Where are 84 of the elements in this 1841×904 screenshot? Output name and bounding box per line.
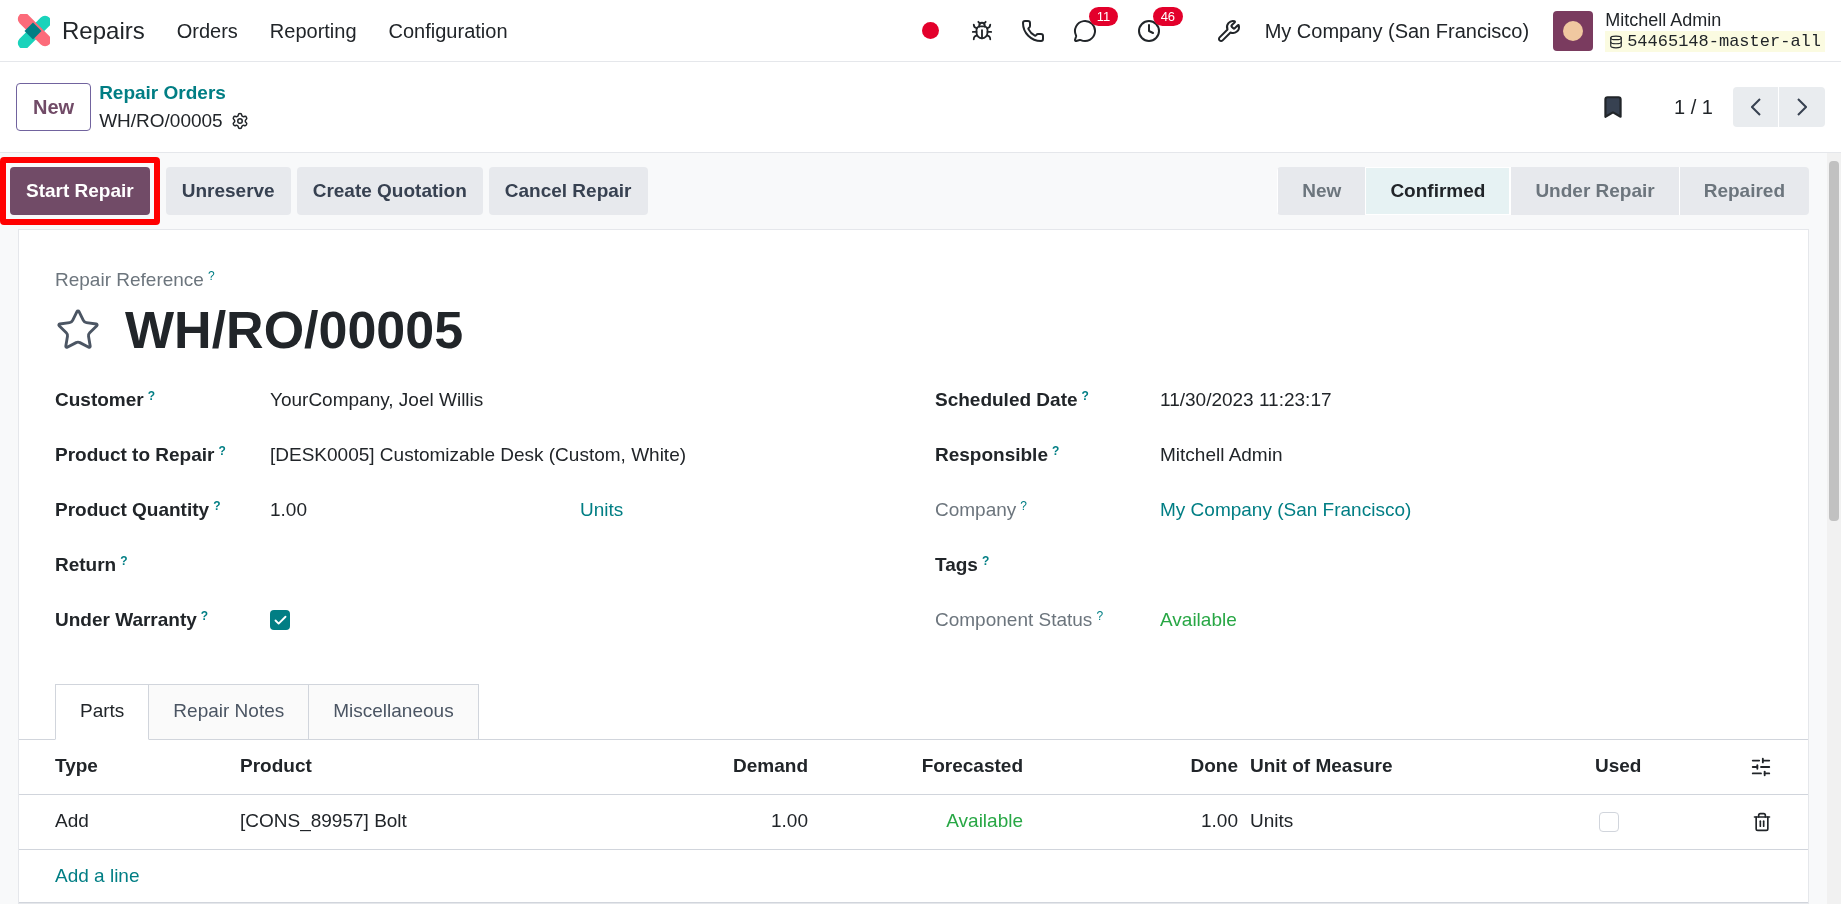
chevron-right-icon bbox=[1797, 98, 1807, 116]
help-mark[interactable]: ? bbox=[1052, 443, 1060, 458]
field-label: Scheduled Date bbox=[935, 388, 1078, 410]
field-label: Tags bbox=[935, 553, 978, 575]
delete-icon[interactable] bbox=[1752, 811, 1772, 832]
table-cell-text: Units bbox=[1250, 809, 1295, 834]
column-header[interactable]: Unit of Measure bbox=[1250, 752, 1595, 781]
action-button[interactable]: Unreserve bbox=[165, 167, 291, 215]
column-header[interactable]: Product bbox=[240, 752, 530, 781]
field-label: Company bbox=[935, 498, 1017, 520]
field-value: YourCompany, Joel Willis bbox=[270, 388, 484, 410]
column-header[interactable]: Done bbox=[1035, 752, 1250, 781]
scrollbar[interactable] bbox=[1827, 153, 1841, 904]
tools-icon[interactable] bbox=[1216, 18, 1241, 43]
settings-icon[interactable] bbox=[230, 112, 249, 131]
field-value: 11/30/2023 11:23:17 bbox=[1160, 388, 1332, 410]
unit-link[interactable]: Units bbox=[580, 495, 624, 525]
help-mark[interactable]: ? bbox=[1081, 388, 1089, 403]
app-name[interactable]: Repairs bbox=[62, 12, 145, 49]
field-label: Component Status bbox=[935, 608, 1093, 630]
checkbox[interactable] bbox=[270, 610, 290, 630]
breadcrumb-link[interactable]: Repair Orders bbox=[99, 78, 249, 107]
table-cell-text: 1.00 bbox=[770, 809, 809, 834]
tab[interactable]: Parts bbox=[55, 683, 150, 740]
table-cell-text: 1.00 bbox=[1200, 809, 1239, 834]
clock-icon[interactable] bbox=[1136, 18, 1161, 43]
avatar[interactable] bbox=[1553, 10, 1594, 51]
action-button[interactable]: Cancel Repair bbox=[488, 167, 648, 215]
app-logo-icon bbox=[16, 13, 50, 48]
menu-item[interactable]: Configuration bbox=[388, 15, 508, 46]
user-name[interactable]: Mitchell Admin bbox=[1605, 8, 1825, 32]
message-count: 11 bbox=[1088, 6, 1119, 26]
column-header[interactable]: Used bbox=[1595, 752, 1715, 781]
chat-icon[interactable] bbox=[1072, 18, 1097, 43]
help-mark[interactable]: ? bbox=[207, 269, 215, 283]
help-mark[interactable]: ? bbox=[981, 553, 990, 568]
table-cell-text: Available bbox=[945, 809, 1024, 834]
action-button[interactable]: Create Quotation bbox=[296, 167, 483, 215]
tab[interactable]: Miscellaneous bbox=[309, 683, 479, 740]
field-value: [DESK0005] Customizable Desk (Custom, White) bbox=[270, 443, 687, 465]
table-cell-text: [CONS_89957] Bolt bbox=[240, 809, 408, 834]
menu-item[interactable]: Orders bbox=[176, 15, 238, 46]
field-value: 1.00 bbox=[270, 497, 308, 522]
phone-icon[interactable] bbox=[1020, 18, 1045, 43]
database-icon bbox=[1609, 34, 1624, 49]
record-title: WH/RO/00005 bbox=[125, 299, 464, 361]
field-label: Under Warranty bbox=[55, 608, 197, 630]
add-line-link[interactable]: Add a line bbox=[55, 861, 140, 891]
chevron-left-icon bbox=[1750, 98, 1761, 116]
field-value: Available bbox=[1160, 608, 1237, 630]
field-value: Mitchell Admin bbox=[1160, 443, 1283, 465]
status-step[interactable]: Repaired bbox=[1678, 167, 1809, 215]
record-name: WH/RO/00005 bbox=[99, 109, 223, 133]
field-label: Customer bbox=[55, 388, 144, 410]
reference-label: Repair Reference bbox=[55, 269, 204, 290]
help-mark[interactable]: ? bbox=[120, 553, 128, 568]
help-mark[interactable]: ? bbox=[1020, 498, 1027, 513]
field-label: Product to Repair bbox=[55, 443, 215, 465]
help-mark[interactable]: ? bbox=[200, 608, 209, 623]
field-link[interactable]: My Company (San Francisco) bbox=[1160, 498, 1412, 520]
company-switcher[interactable]: My Company (San Francisco) bbox=[1264, 15, 1530, 46]
help-mark[interactable]: ? bbox=[218, 443, 226, 458]
table-cell-text: Add bbox=[55, 809, 90, 834]
field-label: Responsible bbox=[935, 443, 1048, 465]
action-button[interactable]: Start Repair bbox=[10, 167, 150, 215]
menu-item[interactable]: Reporting bbox=[269, 15, 357, 46]
tab[interactable]: Repair Notes bbox=[149, 683, 310, 740]
column-header[interactable]: Demand bbox=[530, 752, 820, 781]
bug-icon[interactable] bbox=[970, 19, 993, 42]
help-mark[interactable]: ? bbox=[1096, 608, 1104, 623]
new-button[interactable]: New bbox=[16, 83, 92, 131]
column-header[interactable]: Type bbox=[55, 752, 240, 781]
column-settings-icon[interactable] bbox=[1750, 755, 1772, 778]
field-label: Return bbox=[55, 553, 117, 575]
status-step[interactable]: Under Repair bbox=[1510, 167, 1679, 215]
help-mark[interactable]: ? bbox=[147, 388, 156, 403]
help-mark[interactable]: ? bbox=[213, 498, 221, 513]
database-name: 54465148-master-all bbox=[1605, 31, 1825, 53]
checkbox[interactable] bbox=[1599, 811, 1619, 832]
column-header[interactable]: Forecasted bbox=[820, 752, 1035, 781]
activity-count: 46 bbox=[1152, 6, 1184, 26]
pager-value[interactable]: 1 / 1 bbox=[1674, 92, 1713, 122]
status-step[interactable]: Confirmed bbox=[1365, 167, 1511, 215]
field-label: Product Quantity bbox=[55, 498, 210, 520]
